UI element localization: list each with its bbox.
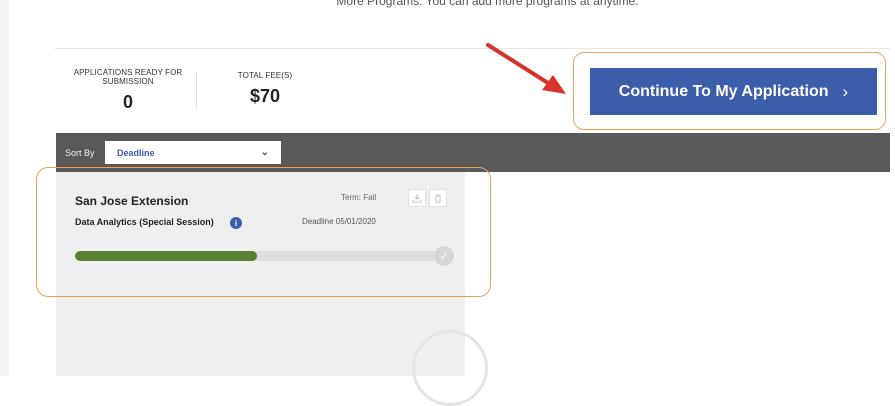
program-name: Data Analytics (Special Session) <box>75 217 214 227</box>
total-fee-stat: TOTAL FEE(S) $70 <box>225 71 305 107</box>
chevron-down-icon: ⌄ <box>260 147 269 158</box>
top-note: More Programs. You can add more programs… <box>336 0 639 8</box>
trash-icon[interactable] <box>429 189 447 207</box>
stat-divider <box>196 72 197 108</box>
applications-ready-value: 0 <box>122 92 133 112</box>
info-icon[interactable]: i <box>230 217 242 229</box>
institution-name: San Jose Extension <box>75 194 189 208</box>
sort-by-label: Sort By <box>65 148 95 158</box>
check-icon: ✓ <box>434 246 454 266</box>
application-card: San Jose Extension Term: Fall Data Analy… <box>56 172 465 376</box>
term-label: Term: Fall <box>341 193 377 202</box>
sort-dropdown[interactable]: Deadline ⌄ <box>105 141 281 164</box>
continue-button-label: Continue To My Application <box>618 82 829 100</box>
applications-ready-stat: APPLICATIONS READY FOR SUBMISSION 0 <box>72 68 184 113</box>
download-icon[interactable] <box>408 189 426 207</box>
card-actions <box>408 189 447 207</box>
progress-fill <box>75 251 258 261</box>
continue-to-application-button[interactable]: Continue To My Application › <box>590 68 877 115</box>
sort-bar: Sort By Deadline ⌄ <box>56 133 890 172</box>
sort-selected-value: Deadline <box>117 147 155 158</box>
watermark-seal <box>412 330 488 406</box>
chevron-right-icon: › <box>842 81 849 101</box>
total-fee-label: TOTAL FEE(S) <box>237 71 293 80</box>
total-fee-value: $70 <box>249 86 281 106</box>
left-gutter <box>0 0 9 376</box>
applications-ready-label: APPLICATIONS READY FOR SUBMISSION <box>73 68 183 86</box>
progress-bar <box>75 251 447 261</box>
deadline-text: Deadline 05/01/2020 <box>302 217 376 226</box>
summary-divider <box>55 48 890 49</box>
